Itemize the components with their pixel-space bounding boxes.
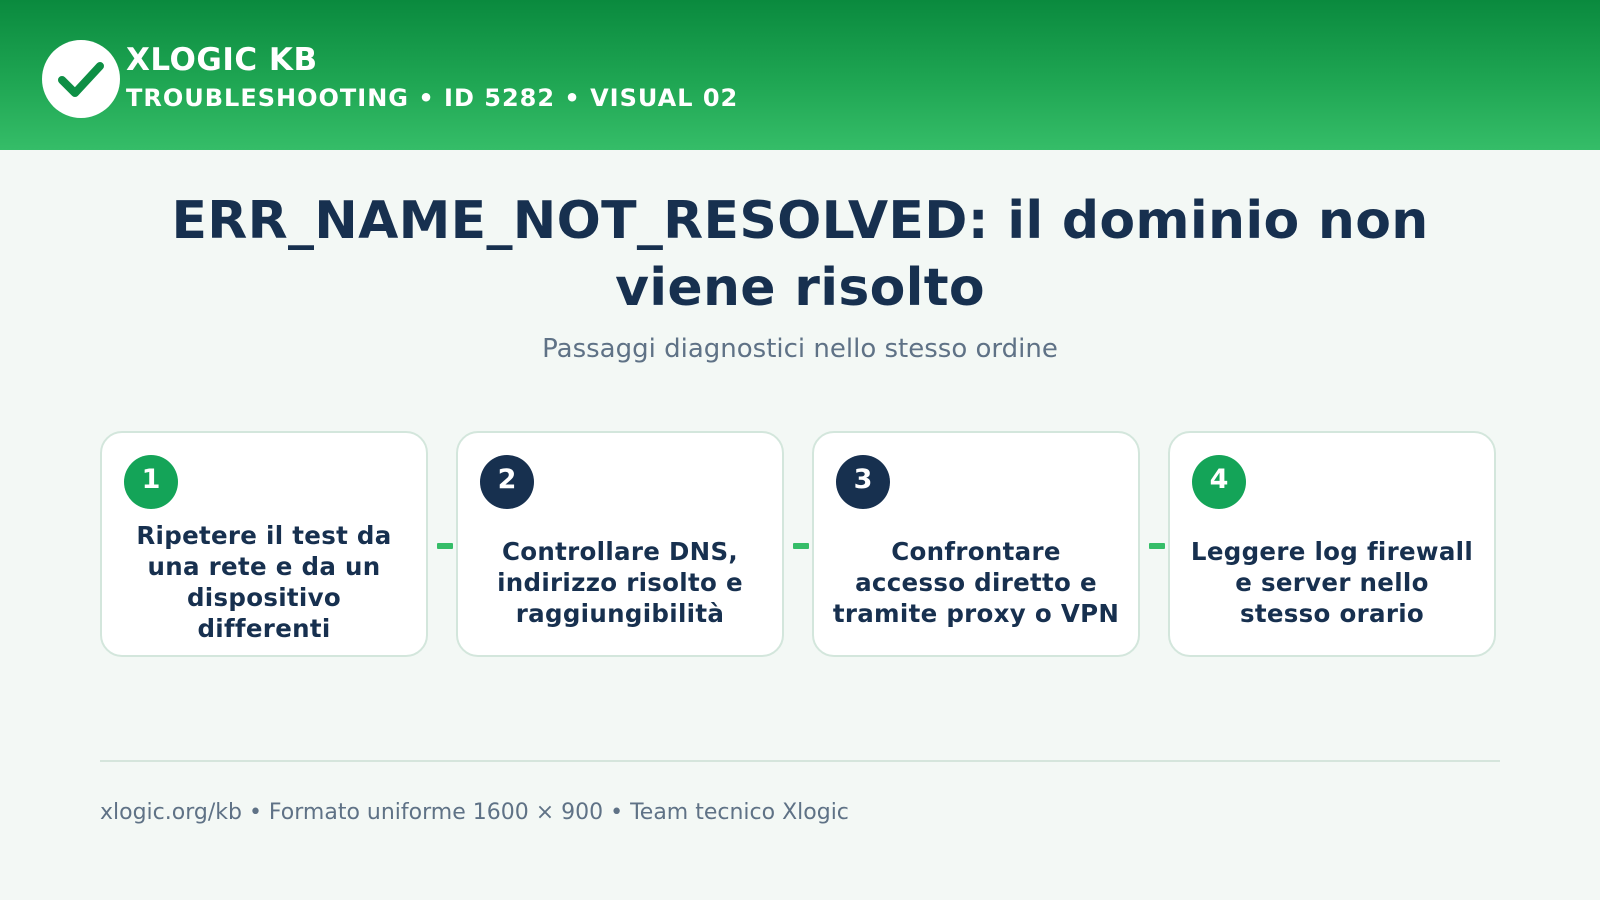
checkmark-icon: [58, 62, 104, 97]
footer-divider: [100, 760, 1500, 762]
step-card-1: 1 Ripetere il test da una rete e da un d…: [100, 431, 428, 657]
step-number-badge: 3: [836, 455, 890, 509]
step-number-badge: 1: [124, 455, 178, 509]
step-number-badge: 4: [1192, 455, 1246, 509]
brand-subtitle: TROUBLESHOOTING • ID 5282 • VISUAL 02: [126, 84, 739, 112]
page-title: ERR_NAME_NOT_RESOLVED: il dominio non vi…: [171, 191, 1429, 318]
step-connector: [793, 543, 809, 549]
step-number-badge: 2: [480, 455, 534, 509]
step-card-4: 4 Leggere log firewall e server nello st…: [1168, 431, 1496, 657]
brand-title: XLOGIC KB: [126, 42, 318, 78]
logo: [42, 40, 120, 118]
step-card-3: 3 Confrontare accesso diretto e tramite …: [812, 431, 1140, 657]
step-connector: [1149, 543, 1165, 549]
footer-text: xlogic.org/kb • Formato uniforme 1600 × …: [100, 800, 849, 825]
step-text: Confrontare accesso diretto e tramite pr…: [832, 536, 1120, 628]
step-connector: [437, 543, 453, 549]
step-text: Leggere log firewall e server nello stes…: [1190, 536, 1474, 628]
step-text: Controllare DNS, indirizzo risolto e rag…: [497, 536, 743, 628]
page-subtitle: Passaggi diagnostici nello stesso ordine: [542, 334, 1058, 364]
step-card-2: 2 Controllare DNS, indirizzo risolto e r…: [456, 431, 784, 657]
header-banner: XLOGIC KB TROUBLESHOOTING • ID 5282 • VI…: [0, 0, 1600, 150]
step-text: Ripetere il test da una rete e da un dis…: [136, 521, 392, 643]
